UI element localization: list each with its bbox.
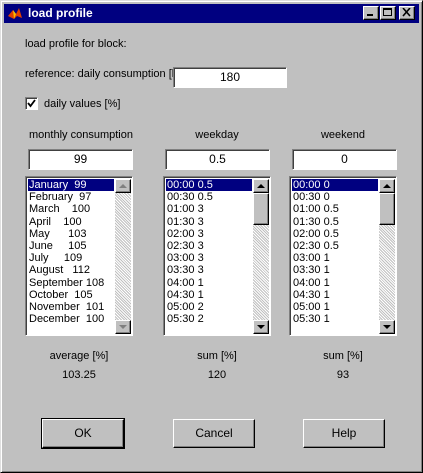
matlab-icon[interactable] — [7, 6, 23, 21]
list-item[interactable]: November 101 — [28, 301, 114, 313]
arrow-down-icon — [119, 325, 127, 329]
close-icon — [402, 8, 411, 17]
list-item[interactable]: 03:30 3 — [166, 264, 252, 276]
list-item[interactable]: 05:30 2 — [166, 313, 252, 325]
list-item[interactable]: 02:30 0.5 — [292, 240, 378, 252]
monthly-stat-value: 103.25 — [62, 369, 96, 381]
list-item[interactable]: 05:30 1 — [292, 313, 378, 325]
scroll-up-button[interactable] — [253, 179, 269, 193]
weekday-stat-label: sum [%] — [197, 350, 237, 362]
weekend-value-input[interactable]: 0 — [292, 149, 397, 170]
arrow-up-icon — [119, 184, 127, 188]
weekday-title: weekday — [195, 129, 239, 141]
window-title: load profile — [28, 6, 93, 20]
weekend-title: weekend — [320, 129, 366, 141]
list-item[interactable]: 03:00 3 — [166, 252, 252, 264]
weekend-scroll-thumb[interactable] — [379, 193, 395, 225]
arrow-down-icon — [383, 325, 391, 329]
list-item[interactable]: 02:00 3 — [166, 228, 252, 240]
list-item[interactable]: 00:30 0 — [292, 191, 378, 203]
list-item[interactable]: 03:00 1 — [292, 252, 378, 264]
list-item[interactable]: 00:00 0.5 — [166, 179, 252, 192]
title-bar[interactable]: load profile — [4, 4, 419, 23]
list-item[interactable]: 03:30 1 — [292, 264, 378, 276]
daily-values-label: daily values [%] — [44, 98, 121, 110]
list-item[interactable]: March 100 — [28, 203, 114, 215]
weekday-list-items: 00:00 0.5 00:30 0.5 01:00 3 01:30 3 02:00 30… — [166, 179, 252, 325]
list-item[interactable]: 00:00 0 — [292, 179, 378, 192]
scroll-up-button[interactable] — [379, 179, 395, 193]
scroll-down-button[interactable] — [253, 320, 269, 334]
list-item[interactable]: January 99 — [28, 179, 114, 192]
weekday-scrollbar[interactable] — [253, 179, 269, 334]
arrow-down-icon — [257, 325, 265, 329]
list-item[interactable]: June 105 — [28, 240, 114, 252]
list-item[interactable]: 04:00 1 — [166, 277, 252, 289]
weekday-stat-value: 120 — [207, 369, 227, 381]
reference-label: reference: daily consumption [l] — [25, 68, 178, 80]
block-label: load profile for block: — [25, 38, 127, 50]
list-item[interactable]: August 112 — [28, 264, 114, 276]
scroll-down-button[interactable] — [115, 320, 131, 334]
list-item[interactable]: 05:00 2 — [166, 301, 252, 313]
monthly-stat-label: average [%] — [49, 350, 109, 362]
list-item[interactable]: February 97 — [28, 191, 114, 203]
monthly-consumption-title: monthly consumption — [29, 129, 133, 141]
reference-consumption-input[interactable]: 180 — [173, 67, 287, 88]
list-item[interactable]: September 108 — [28, 277, 114, 289]
list-item[interactable]: 04:00 1 — [292, 277, 378, 289]
weekend-scrollbar[interactable] — [379, 179, 395, 334]
list-item[interactable]: 02:30 3 — [166, 240, 252, 252]
weekday-scroll-thumb[interactable] — [253, 193, 269, 225]
weekday-listbox[interactable]: 00:00 0.5 00:30 0.5 01:00 3 01:30 3 02:00 30… — [163, 176, 271, 336]
load-profile-window: load profile load profile for block: ref… — [0, 0, 423, 473]
list-item[interactable]: 01:30 3 — [166, 216, 252, 228]
maximize-icon — [383, 8, 392, 16]
monthly-scrollbar[interactable] — [115, 179, 131, 334]
weekend-list-items: 00:00 0 00:30 0 01:00 0.5 01:30 0.5 02:00 0.… — [292, 179, 378, 325]
list-item[interactable]: December 100 — [28, 313, 114, 325]
arrow-up-icon — [257, 184, 265, 188]
arrow-up-icon — [383, 184, 391, 188]
list-item[interactable]: 01:00 3 — [166, 203, 252, 215]
weekday-value-input[interactable]: 0.5 — [165, 149, 270, 170]
list-item[interactable]: 01:30 0.5 — [292, 216, 378, 228]
scroll-down-button[interactable] — [379, 320, 395, 334]
list-item[interactable]: July 109 — [28, 252, 114, 264]
maximize-button[interactable] — [380, 6, 396, 20]
checkmark-icon — [27, 99, 36, 108]
list-item[interactable]: 01:00 0.5 — [292, 203, 378, 215]
list-item[interactable]: 00:30 0.5 — [166, 191, 252, 203]
monthly-listbox[interactable]: January 99 February 97 March 100 April 100 M… — [25, 176, 133, 336]
minimize-button[interactable] — [363, 6, 379, 20]
list-item[interactable]: May 103 — [28, 228, 114, 240]
weekend-stat-label: sum [%] — [323, 350, 363, 362]
scroll-up-button[interactable] — [115, 179, 131, 193]
weekend-stat-value: 93 — [336, 369, 350, 381]
cancel-button[interactable]: Cancel — [173, 419, 255, 448]
ok-button[interactable]: OK — [41, 418, 125, 449]
minimize-icon — [367, 14, 373, 16]
list-item[interactable]: 04:30 1 — [292, 289, 378, 301]
list-item[interactable]: 04:30 1 — [166, 289, 252, 301]
list-item[interactable]: 02:00 0.5 — [292, 228, 378, 240]
list-item[interactable]: 05:00 1 — [292, 301, 378, 313]
monthly-value-input[interactable]: 99 — [28, 149, 133, 170]
weekend-listbox[interactable]: 00:00 0 00:30 0 01:00 0.5 01:30 0.5 02:00 0.… — [289, 176, 397, 336]
daily-values-checkbox[interactable] — [25, 97, 38, 110]
monthly-list-items: January 99 February 97 March 100 April 100 M… — [28, 179, 114, 325]
close-button[interactable] — [399, 6, 415, 20]
help-button[interactable]: Help — [303, 419, 385, 448]
list-item[interactable]: April 100 — [28, 216, 114, 228]
list-item[interactable]: October 105 — [28, 289, 114, 301]
